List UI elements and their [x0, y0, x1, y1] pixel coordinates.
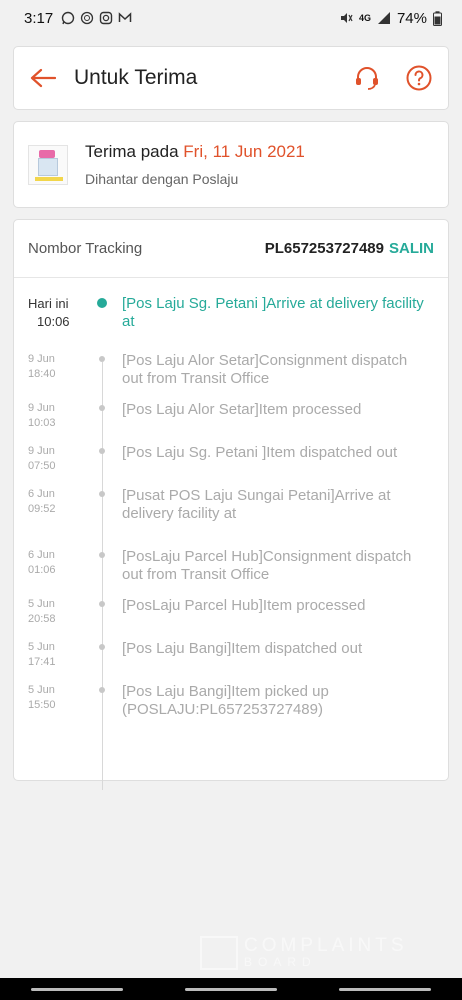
event-time: 10:06 — [37, 314, 70, 329]
battery-icon — [433, 10, 442, 26]
mute-icon — [340, 13, 353, 23]
globe-icon — [81, 11, 94, 25]
status-time: 3:17 — [24, 9, 54, 27]
network-type: 4G — [358, 13, 371, 23]
timeline-event: 9 Jun 10:03 [Pos Laju Alor Setar]Item proc… — [14, 401, 448, 431]
watermark-logo — [200, 936, 238, 970]
event-date: Hari ini — [28, 296, 69, 311]
notification-icons — [61, 11, 132, 25]
header-actions — [352, 63, 434, 93]
event-description: [Pos Laju Alor Setar]Consignment dispatc… — [122, 352, 408, 387]
timeline-event: 5 Jun 15:50 [Pos Laju Bangi]Item picked up… — [14, 683, 448, 719]
tracking-number: PL657253727489 — [264, 240, 384, 257]
tracking-label: Nombor Tracking — [28, 240, 143, 257]
signal-icon — [377, 12, 390, 24]
event-timestamp: 6 Jun 01:06 — [14, 548, 86, 584]
receive-date: Fri, 11 Jun 2021 — [183, 142, 305, 161]
timeline-dot — [99, 687, 105, 693]
nav-recents[interactable] — [31, 987, 123, 991]
whatsapp-icon — [62, 11, 75, 25]
timeline-dot — [99, 601, 105, 607]
event-timestamp: 5 Jun 17:41 — [14, 640, 86, 670]
event-timestamp: 5 Jun 15:50 — [14, 683, 86, 719]
timeline-event: 5 Jun 17:41 [Pos Laju Bangi]Item dispatche… — [14, 640, 448, 670]
delivery-info-card: Terima pada Fri, 11 Jun 2021 Dihantar de… — [13, 121, 449, 208]
event-timestamp: 9 Jun 07:50 — [14, 444, 86, 474]
event-description: [PosLaju Parcel Hub]Consignment dispatch… — [122, 548, 412, 583]
event-description: [Pos Laju Sg. Petani ]Arrive at delivery… — [122, 295, 424, 330]
back-arrow-icon — [30, 68, 56, 88]
event-description: [PosLaju Parcel Hub]Item processed — [122, 597, 366, 614]
nav-home[interactable] — [185, 987, 277, 991]
courier-line: Dihantar dengan Poslaju — [85, 171, 239, 187]
page-title: Untuk Terima — [74, 66, 198, 89]
event-time: 17:41 — [28, 656, 56, 668]
watermark: COMPLAINTS BOARD — [200, 936, 408, 970]
timeline-event: 6 Jun 09:52 [Pusat POS Laju Sungai Petani]… — [14, 487, 448, 523]
headset-icon — [356, 67, 378, 90]
event-date: 6 Jun — [28, 488, 55, 500]
event-timestamp: 6 Jun 09:52 — [14, 487, 86, 523]
event-date: 5 Jun — [28, 598, 55, 610]
event-time: 07:50 — [28, 460, 56, 472]
timeline-dot — [97, 298, 107, 308]
tracking-timeline: Hari ini 10:06 [Pos Laju Sg. Petani ]Arriv… — [14, 278, 448, 790]
event-time: 20:58 — [28, 613, 56, 625]
event-time: 09:52 — [28, 503, 56, 515]
system-nav-bar — [0, 978, 462, 1000]
question-circle-icon — [406, 65, 432, 91]
help-button[interactable] — [404, 63, 434, 93]
event-date: 9 Jun — [28, 402, 55, 414]
timeline-event: 9 Jun 18:40 [Pos Laju Alor Setar]Consignme… — [14, 352, 448, 388]
event-time: 15:50 — [28, 699, 56, 711]
event-time: 10:03 — [28, 417, 56, 429]
timeline-dot — [99, 356, 105, 362]
timeline-event: 9 Jun 07:50 [Pos Laju Sg. Petani ]Item dis… — [14, 444, 448, 474]
app-header: Untuk Terima — [13, 46, 449, 110]
event-date: 9 Jun — [28, 445, 55, 457]
watermark-sub: BOARD — [244, 955, 317, 969]
event-date: 5 Jun — [28, 684, 55, 696]
event-date: 5 Jun — [28, 641, 55, 653]
nav-back[interactable] — [339, 987, 431, 991]
gmail-icon — [118, 12, 132, 22]
status-bar: 3:17 4G 74% — [0, 0, 462, 36]
system-icons: 4G 74% — [339, 10, 442, 27]
event-timestamp: 5 Jun 20:58 — [14, 597, 86, 627]
event-description: [Pos Laju Sg. Petani ]Item dispatched ou… — [122, 444, 398, 461]
event-date: 9 Jun — [28, 353, 55, 365]
event-description: [Pos Laju Alor Setar]Item processed — [122, 401, 362, 418]
receive-label: Terima pada — [85, 142, 179, 161]
event-timestamp: Hari ini 10:06 — [14, 295, 86, 331]
event-description: [Pos Laju Bangi]Item picked up (POSLAJU:… — [122, 683, 329, 718]
tracking-card: Nombor Tracking PL657253727489 SALIN Har… — [13, 219, 449, 790]
timeline-event: Hari ini 10:06 [Pos Laju Sg. Petani ]Arriv… — [14, 295, 448, 331]
support-button[interactable] — [352, 63, 382, 93]
delivery-info: Terima pada Fri, 11 Jun 2021 Dihantar de… — [85, 142, 305, 187]
tracking-header: Nombor Tracking PL657253727489 SALIN — [14, 220, 448, 278]
back-button[interactable] — [28, 63, 58, 93]
timeline-event: 6 Jun 01:06 [PosLaju Parcel Hub]Consignmen… — [14, 548, 448, 584]
timeline-dot — [99, 491, 105, 497]
product-thumbnail[interactable] — [28, 144, 68, 185]
timeline-dot — [99, 552, 105, 558]
receive-date-line: Terima pada Fri, 11 Jun 2021 — [85, 142, 305, 162]
event-time: 18:40 — [28, 368, 56, 380]
battery-percent: 74% — [396, 9, 427, 27]
timeline-dot — [99, 448, 105, 454]
copy-button[interactable]: SALIN — [389, 240, 434, 257]
event-timestamp: 9 Jun 18:40 — [14, 352, 86, 388]
timeline-event: 5 Jun 20:58 [PosLaju Parcel Hub]Item proce… — [14, 597, 448, 627]
event-description: [Pusat POS Laju Sungai Petani]Arrive at … — [122, 487, 391, 522]
event-time: 01:06 — [28, 564, 56, 576]
instagram-icon — [100, 11, 113, 25]
event-timestamp: 9 Jun 10:03 — [14, 401, 86, 431]
timeline-dot — [99, 405, 105, 411]
timeline-dot — [99, 644, 105, 650]
watermark-text: COMPLAINTS — [244, 935, 408, 956]
event-date: 6 Jun — [28, 549, 55, 561]
event-description: [Pos Laju Bangi]Item dispatched out — [122, 640, 363, 657]
